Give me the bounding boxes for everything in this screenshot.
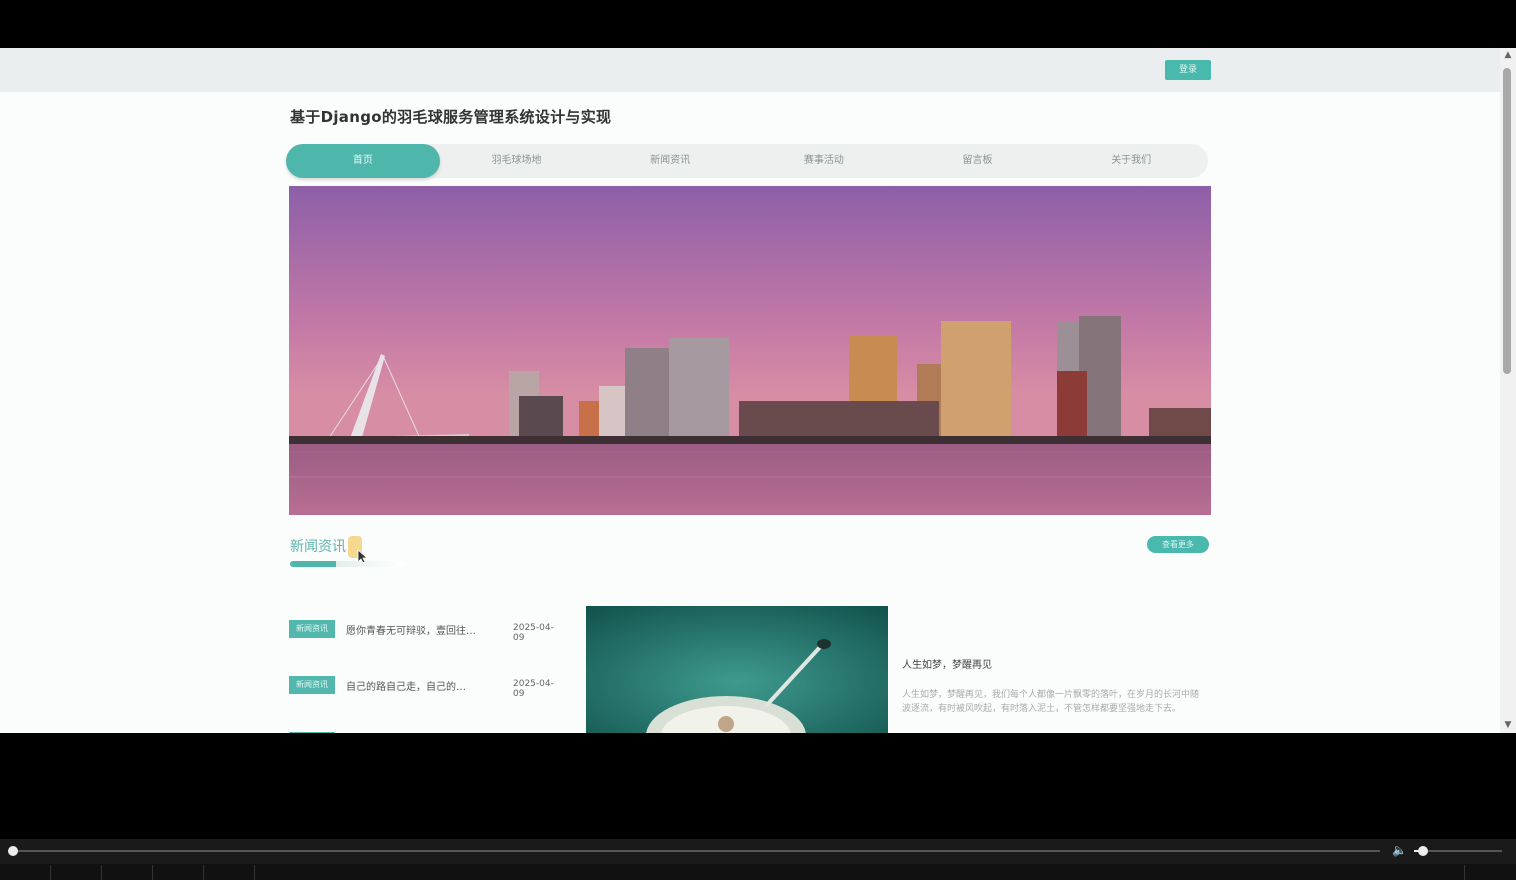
login-button[interactable]: 登录 [1165,60,1211,80]
nav-item-home[interactable]: 首页 [286,144,440,178]
browser-viewport: 登录 基于Django的羽毛球服务管理系统设计与实现 首页 羽毛球场地 新闻资讯… [0,48,1500,733]
nav-item-about[interactable]: 关于我们 [1054,144,1208,178]
featured-news-title[interactable]: 人生如梦，梦醒再见 [902,656,992,671]
badminton-shuttlecock-illustration [586,606,888,733]
featured-news-image[interactable] [586,606,888,733]
scrollbar-thumb[interactable] [1503,68,1511,374]
scroll-up-icon[interactable]: ▲ [1503,50,1513,60]
top-bar: 登录 [0,48,1500,92]
hero-banner-image[interactable] [289,186,1211,515]
news-title[interactable]: 愿你青春无可辩驳，壹回往… [346,622,476,637]
player-divider [1464,865,1465,880]
news-tag [289,732,335,733]
video-player-controls: 🔈 [0,839,1516,880]
scroll-down-icon[interactable]: ▼ [1503,720,1513,730]
player-divider [254,865,255,880]
site-title: 基于Django的羽毛球服务管理系统设计与实现 [290,108,612,126]
vertical-scrollbar[interactable]: ▲ ▼ [1500,48,1516,733]
player-divider [152,865,153,880]
news-tag: 新闻资讯 [289,620,335,638]
news-list: 新闻资讯 愿你青春无可辩驳，壹回往… 2025-04-09 新闻资讯 自己的路自… [289,608,564,733]
mouse-cursor-icon [346,536,370,564]
news-date: 2025-04-09 [513,679,554,699]
news-section-title: 新闻资讯 [290,539,346,555]
player-divider [203,865,204,880]
nav-item-news[interactable]: 新闻资讯 [593,144,747,178]
news-list-item[interactable]: 新闻资讯 愿你青春无可辩驳，壹回往… 2025-04-09 [289,608,564,664]
nav-item-events[interactable]: 赛事活动 [747,144,901,178]
news-tag: 新闻资讯 [289,676,335,694]
news-list-item[interactable]: 新闻资讯 自己的路自己走，自己的… 2025-04-09 [289,664,564,720]
featured-news-description: 人生如梦，梦醒再见，我们每个人都像一片飘零的落叶，在岁月的长河中随波逐流，有时被… [902,690,1200,714]
player-divider [101,865,102,880]
news-list-item[interactable] [289,720,564,733]
main-nav: 首页 羽毛球场地 新闻资讯 赛事活动 留言板 关于我们 [286,144,1208,178]
playback-progress-handle[interactable] [8,846,18,856]
news-date: 2025-04-09 [513,623,554,643]
playback-progress-track[interactable] [12,850,1380,852]
nav-item-messages[interactable]: 留言板 [901,144,1055,178]
more-news-button[interactable]: 查看更多 [1147,536,1209,553]
city-skyline-illustration [289,186,1211,515]
nav-item-courts[interactable]: 羽毛球场地 [440,144,594,178]
volume-handle[interactable] [1418,846,1428,856]
player-bottom-bar [0,864,1516,880]
player-divider [50,865,51,880]
news-title[interactable]: 自己的路自己走，自己的… [346,678,466,693]
volume-icon[interactable]: 🔈 [1392,843,1407,857]
